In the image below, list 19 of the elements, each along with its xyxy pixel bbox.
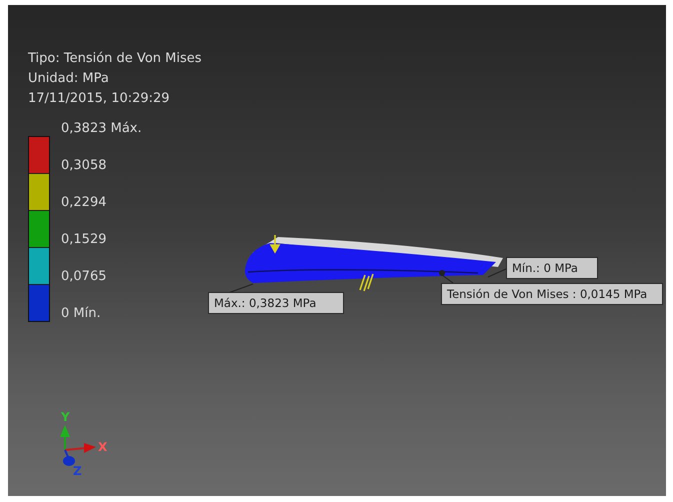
y-axis-label: Y [61, 410, 70, 424]
scale-value: 0,2294 [61, 194, 108, 212]
scale-value: 0,0765 [61, 268, 108, 286]
value-callout: Mín.: 0 MPa [506, 257, 598, 279]
value-callout: Máx.: 0,3823 MPa [208, 292, 344, 314]
scale-value: 0,3823 Máx. [61, 120, 142, 138]
result-type: Tipo: Tensión de Von Mises [28, 50, 203, 68]
value-callout: Tensión de Von Mises : 0,0145 MPa [441, 283, 663, 305]
scale-value: 0 Mín. [61, 305, 102, 323]
timestamp: 17/11/2015, 10:29:29 [28, 90, 171, 108]
scale-value: 0,1529 [61, 231, 108, 249]
scale-value: 0,3058 [61, 157, 108, 175]
z-axis-label: Z [73, 464, 82, 478]
leader-line [488, 268, 506, 278]
unit-label: Unidad: MPa [28, 70, 110, 88]
leader-line [228, 284, 254, 294]
leader-line [442, 274, 454, 284]
x-axis-label: X [98, 440, 108, 454]
axis-triad-drawing [60, 425, 96, 466]
